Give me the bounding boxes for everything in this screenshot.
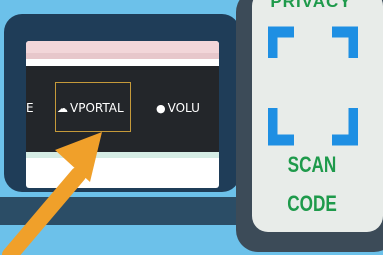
nav-item-volu[interactable]: ● VOLU — [156, 98, 200, 118]
apple-icon: ● — [156, 102, 166, 115]
arrow-pointer-icon — [2, 132, 102, 255]
screen-header-strip — [26, 41, 219, 53]
nav-item-vportal-label: VPORTAL — [70, 101, 124, 115]
code-label: CODE — [287, 191, 337, 216]
screen-header-strip-2 — [26, 53, 219, 59]
cloud-icon: ☁ — [57, 102, 68, 115]
nav-item-prev[interactable]: E — [26, 98, 34, 118]
scan-frame-icon — [268, 26, 358, 58]
scan-label: SCAN — [287, 152, 337, 177]
panel-top-text: PRIVACY — [270, 0, 352, 11]
nav-item-vportal[interactable]: ☁ VPORTAL — [57, 98, 124, 118]
nav-item-volu-label: VOLU — [167, 101, 200, 115]
nav-item-prev-label: E — [26, 101, 34, 115]
scan-frame-icon — [268, 108, 358, 146]
